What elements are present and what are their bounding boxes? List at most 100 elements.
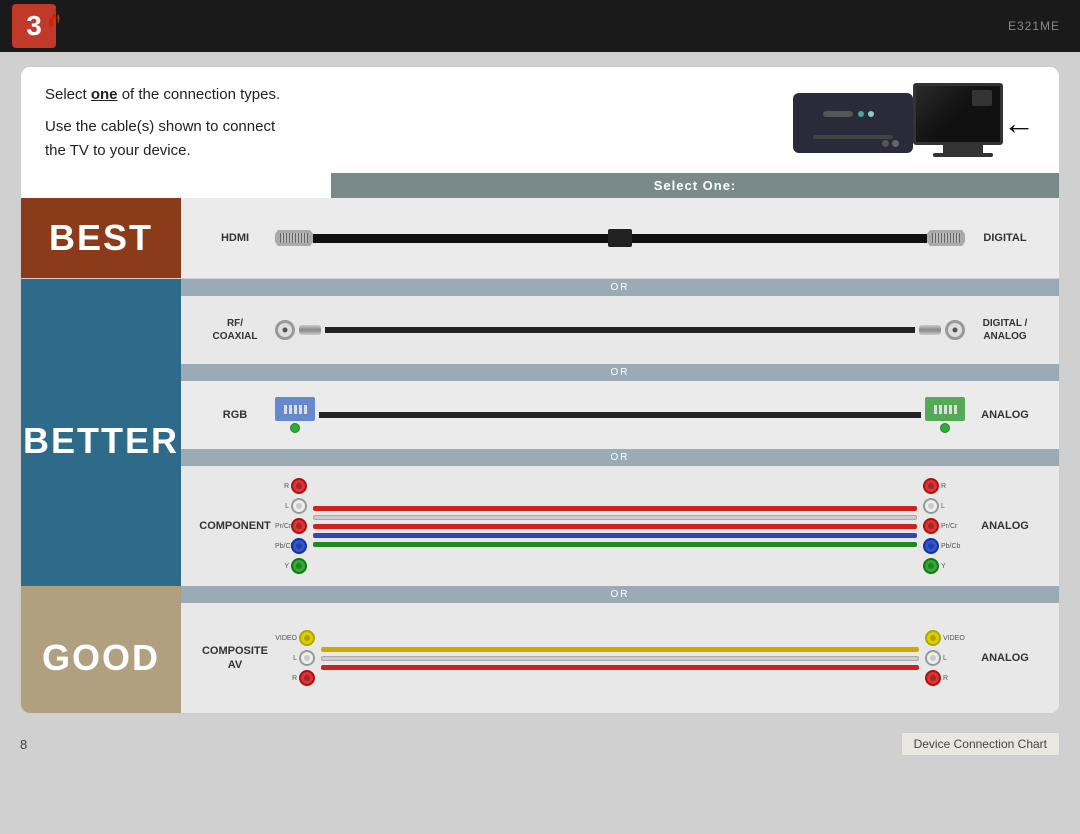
comp-av-video-circle-r (925, 630, 941, 646)
or-3-text: OR (181, 449, 1059, 466)
comp-label-Pr: Pr/Cr (275, 523, 289, 530)
composite-left-rcas: VIDEO L (275, 630, 315, 686)
rgb-right-label: ANALOG (965, 408, 1045, 422)
vga-r-tooth5 (954, 405, 957, 414)
coaxial-left-label: RF/COAXIAL (195, 317, 275, 343)
stb-lights (858, 111, 874, 117)
vga-right-screw (940, 423, 950, 433)
comp-circle-L-inner (296, 503, 302, 509)
tv-device (913, 83, 1013, 163)
composite-row: COMPOSITEAV VIDEO L (181, 603, 1059, 713)
vga-right-teeth (934, 405, 957, 414)
composite-right-label: ANALOG (965, 651, 1045, 665)
comp-label-Pr-r: Pr/Cr (941, 523, 965, 530)
comp-circle-Y (291, 558, 307, 574)
vga-right (925, 397, 965, 433)
comp-circle-L (291, 498, 307, 514)
comp-av-L-r-label: L (943, 655, 957, 662)
comp-circle-R (291, 478, 307, 494)
comp-rca-Pr: Pr/Cr (275, 518, 307, 534)
vga-tooth3 (294, 405, 297, 414)
component-right-rcas: R L Pr/Cr (923, 478, 965, 574)
vga-tooth1 (284, 405, 287, 414)
comp-av-L: L (275, 650, 315, 666)
comp-circle-Pr (291, 518, 307, 534)
component-row: COMPONENT R L (181, 466, 1059, 586)
composite-cables-middle (321, 647, 919, 670)
stb-disc-slot (813, 135, 893, 139)
or-2-text: OR (181, 364, 1059, 381)
better-section: BETTER RF/COAXIAL DIGITAL /ANALO (21, 296, 1059, 586)
comp-av-L-label: L (275, 655, 297, 662)
comp-circle-Pr-r (923, 518, 939, 534)
stb-light-2 (868, 111, 874, 117)
comp-cable-R (313, 506, 917, 511)
composite-right-rcas: VIDEO L R (925, 630, 965, 686)
comp-label-Pb-r: Pb/Cb (941, 543, 965, 550)
best-label: BEST (21, 198, 181, 278)
component-cable-visual: R L (275, 478, 965, 574)
vga-r-tooth2 (939, 405, 942, 414)
set-top-box-device (793, 93, 913, 153)
or-1: OR (21, 279, 1059, 296)
vga-left (275, 397, 315, 433)
comp-label-L: L (275, 503, 289, 510)
comp-av-video-r-inner (930, 635, 936, 641)
comp-av-video-label: VIDEO (275, 635, 297, 642)
comp-circle-Pb-inner (296, 543, 302, 549)
comp-circle-Y-r-inner (928, 563, 934, 569)
coax-right-barrel (919, 325, 941, 335)
comp-circle-R-r (923, 478, 939, 494)
stb-btn1 (882, 140, 889, 147)
comp-av-video-r: VIDEO (925, 630, 965, 646)
coaxial-right-label: DIGITAL /ANALOG (965, 317, 1045, 343)
comp-circle-Pb-r-inner (928, 543, 934, 549)
comp-av-L-r: L (925, 650, 965, 666)
coax-left-barrel (299, 325, 321, 335)
comp-av-R-inner (304, 675, 310, 681)
or-1-spacer (21, 279, 181, 296)
comp-circle-Pb-r (923, 538, 939, 554)
vga-r-tooth3 (944, 405, 947, 414)
comp-circle-Y-inner (296, 563, 302, 569)
comp-rca-Pb: Pb/Cb (275, 538, 307, 554)
better-rows: RF/COAXIAL DIGITAL /ANALOG OR (181, 296, 1059, 586)
stb-light-1 (858, 111, 864, 117)
hdmi-cable-visual (275, 229, 965, 247)
better-label: BETTER (21, 296, 181, 586)
hdmi-right-end (927, 230, 965, 246)
instruction-line3: the TV to your device. (45, 139, 793, 163)
comp-label-R: R (275, 483, 289, 490)
best-section: BEST HDMI (21, 198, 1059, 279)
comp-circle-R-inner (296, 483, 302, 489)
page-footer: 8 Device Connection Chart (0, 728, 1080, 760)
page-number: 8 (20, 737, 27, 752)
comp-av-video-inner (304, 635, 310, 641)
instructions: Select one of the connection types. Use … (45, 83, 793, 163)
coax-cable-body (325, 327, 915, 333)
comp-av-R-r-label: R (943, 675, 957, 682)
flame-icon (46, 8, 64, 30)
comp-av-R-circle-r (925, 670, 941, 686)
hdmi-cable-housing (608, 229, 632, 247)
comp-label-R-r: R (941, 483, 955, 490)
rgb-left-label: RGB (195, 408, 275, 422)
tv-screen (913, 83, 1003, 145)
comp-av-cable-R (321, 665, 919, 670)
comp-label-Pb: Pb/Cb (275, 543, 289, 550)
coaxial-row: RF/COAXIAL DIGITAL /ANALOG (181, 296, 1059, 364)
or-1-text: OR (181, 279, 1059, 296)
instruction-line1: Select one of the connection types. (45, 83, 793, 107)
comp-av-R: R (275, 670, 315, 686)
instruction-line2: Use the cable(s) shown to connect (45, 115, 793, 139)
comp-av-R-circle (299, 670, 315, 686)
comp-circle-Pr-inner (296, 523, 302, 529)
composite-cable-visual: VIDEO L (275, 630, 965, 686)
comp-label-L-r: L (941, 503, 955, 510)
vga-tooth2 (289, 405, 292, 414)
comp-av-L-circle-r (925, 650, 941, 666)
or-4-text: OR (181, 586, 1059, 603)
comp-rca-Pb-r: Pb/Cb (923, 538, 965, 554)
comp-av-L-circle (299, 650, 315, 666)
vga-left-plug (275, 397, 315, 421)
